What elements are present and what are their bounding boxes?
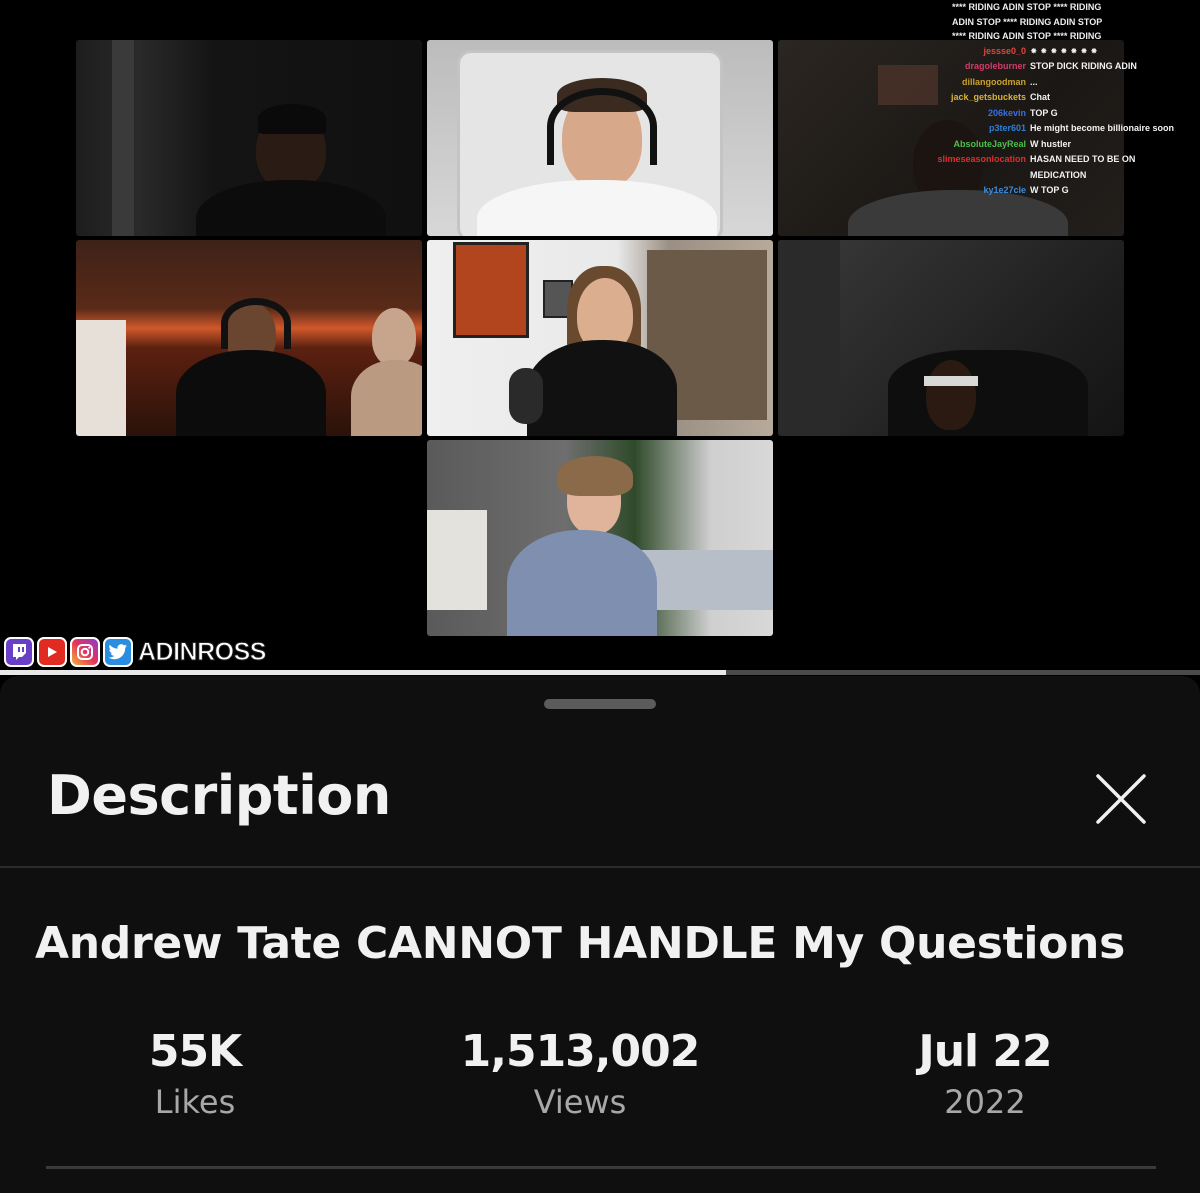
chat-username: jack_getsbuckets xyxy=(950,92,1026,102)
views-label: Views xyxy=(533,1083,627,1121)
likes-label: Likes xyxy=(154,1083,236,1121)
video-progress-bar[interactable] xyxy=(0,670,1200,675)
webcam-tile xyxy=(778,240,1124,436)
chat-message: dragoleburner STOP DICK RIDING ADIN xyxy=(930,59,1192,75)
views-count: 1,513,002 xyxy=(460,1026,701,1077)
social-handles: ADINROSS xyxy=(4,634,267,670)
chat-username: jessse0_0 xyxy=(983,45,1026,56)
chat-text: He might become billionaire soon xyxy=(1030,123,1175,133)
chat-spam-line: **** RIDING ADIN STOP **** RIDING xyxy=(952,2,1102,12)
channel-handle: ADINROSS xyxy=(138,637,267,666)
chat-spam-line: **** RIDING ADIN STOP **** RIDING xyxy=(952,31,1102,41)
webcam-tile xyxy=(76,40,422,236)
upload-date: Jul 22 xyxy=(918,1026,1052,1077)
sheet-title: Description xyxy=(47,764,391,827)
description-sheet: Description Andrew Tate CANNOT HANDLE My… xyxy=(0,676,1200,1193)
chat-text: HASAN NEED TO BE ON MEDICATION xyxy=(1030,154,1136,180)
stream-chat-overlay: **** RIDING ADIN STOP **** RIDING ADIN S… xyxy=(930,0,1192,199)
chat-username: p3ter601 xyxy=(988,123,1026,133)
upload-year: 2022 xyxy=(944,1083,1026,1121)
date-stat: Jul 22 2022 xyxy=(890,1026,1080,1122)
chat-messages: jessse0_0 ⁕ ⁕ ⁕ ⁕ ⁕ ⁕ ⁕ dragoleburner STOP … xyxy=(930,44,1192,199)
drag-handle[interactable] xyxy=(544,699,656,709)
chat-username: AbsoluteJayReal xyxy=(953,138,1026,149)
video-progress-fill xyxy=(0,670,726,675)
webcam-tile xyxy=(427,240,773,436)
chat-message: dillangoodman... xyxy=(930,75,1192,91)
chat-username: 206kevin xyxy=(987,107,1026,118)
chat-message: p3ter601 He might become billionaire soon xyxy=(930,121,1192,137)
likes-stat: 55K Likes xyxy=(110,1026,280,1122)
likes-count: 55K xyxy=(148,1026,242,1077)
chat-message: jack_getsbuckets Chat xyxy=(930,90,1192,106)
chat-username: slimeseasonlocation xyxy=(937,154,1026,164)
webcam-tile xyxy=(76,240,422,436)
youtube-icon xyxy=(37,637,67,667)
twitch-icon xyxy=(4,637,34,667)
chat-text: W hustler xyxy=(1030,138,1072,149)
close-button[interactable] xyxy=(1090,768,1152,830)
chat-message: 206kevin TOP G xyxy=(930,106,1192,122)
chat-message: AbsoluteJayReal W hustler xyxy=(930,137,1192,153)
views-stat: 1,513,002 Views xyxy=(450,1026,710,1122)
video-player[interactable]: **** RIDING ADIN STOP **** RIDING ADIN S… xyxy=(0,0,1200,675)
chat-username: ky1e27cle xyxy=(983,185,1026,195)
divider xyxy=(0,866,1200,868)
close-icon xyxy=(1096,774,1146,824)
chat-text: Chat xyxy=(1030,92,1050,102)
twitter-icon xyxy=(103,637,133,667)
chat-text: ... xyxy=(1030,76,1038,87)
video-title: Andrew Tate CANNOT HANDLE My Questions xyxy=(35,918,1125,969)
chat-spam-line: ADIN STOP **** RIDING ADIN STOP xyxy=(952,16,1103,27)
instagram-icon xyxy=(70,637,100,667)
chat-text: ⁕ ⁕ ⁕ ⁕ ⁕ ⁕ ⁕ xyxy=(1030,45,1098,56)
chat-message: slimeseasonlocation HASAN NEED TO BE ON M… xyxy=(930,152,1192,183)
divider xyxy=(46,1166,1156,1169)
chat-text: W TOP G xyxy=(1030,185,1069,195)
webcam-tile xyxy=(427,40,773,236)
chat-username: dillangoodman xyxy=(962,76,1026,87)
chat-username: dragoleburner xyxy=(964,61,1026,71)
chat-message: ky1e27cle W TOP G xyxy=(930,183,1192,199)
chat-text: TOP G xyxy=(1030,107,1058,118)
chat-text: STOP DICK RIDING ADIN xyxy=(1030,61,1137,71)
webcam-tile xyxy=(427,440,773,636)
chat-message: jessse0_0 ⁕ ⁕ ⁕ ⁕ ⁕ ⁕ ⁕ xyxy=(930,44,1192,60)
